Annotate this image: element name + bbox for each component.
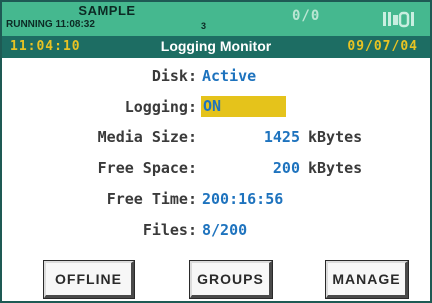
header-date: 09/07/04 — [347, 39, 418, 54]
status-ratio: 0/0 — [292, 8, 321, 24]
disk-value: Active — [202, 67, 257, 85]
free-space-unit: kBytes — [308, 159, 363, 177]
logging-value: ON — [203, 97, 222, 115]
status-count: 3 — [201, 21, 207, 31]
disk-label: Disk: — [151, 67, 197, 85]
free-space-value: 200 — [272, 159, 300, 177]
status-box: SAMPLE RUNNING 11:08:32 3 — [2, 2, 212, 36]
running-status: RUNNING 11:08:32 — [6, 19, 95, 30]
free-time-label: Free Time: — [106, 190, 197, 208]
logging-label: Logging: — [124, 98, 197, 116]
header-time: 11:04:10 — [10, 39, 81, 54]
free-space-label: Free Space: — [97, 159, 197, 177]
free-time-value: 200:16:56 — [202, 190, 284, 208]
header-bar: Logging Monitor 11:04:10 09/07/04 — [2, 36, 430, 58]
groups-button[interactable]: GROUPS — [189, 260, 273, 299]
signal-strength-icon — [383, 11, 414, 28]
status-title: SAMPLE — [78, 3, 136, 18]
status-strip: SAMPLE RUNNING 11:08:32 3 0/0 — [2, 2, 430, 36]
media-size-value: 1425 — [263, 128, 300, 146]
files-label: Files: — [142, 221, 197, 239]
manage-button[interactable]: MANAGE — [325, 260, 409, 299]
logging-monitor-screen: SAMPLE RUNNING 11:08:32 3 0/0 Logging Mo… — [0, 0, 432, 303]
files-value: 8/200 — [202, 221, 248, 239]
offline-button[interactable]: OFFLINE — [43, 260, 135, 299]
media-size-label: Media Size: — [97, 128, 197, 146]
logging-field[interactable]: ON — [201, 96, 286, 117]
media-size-unit: kBytes — [308, 128, 363, 146]
